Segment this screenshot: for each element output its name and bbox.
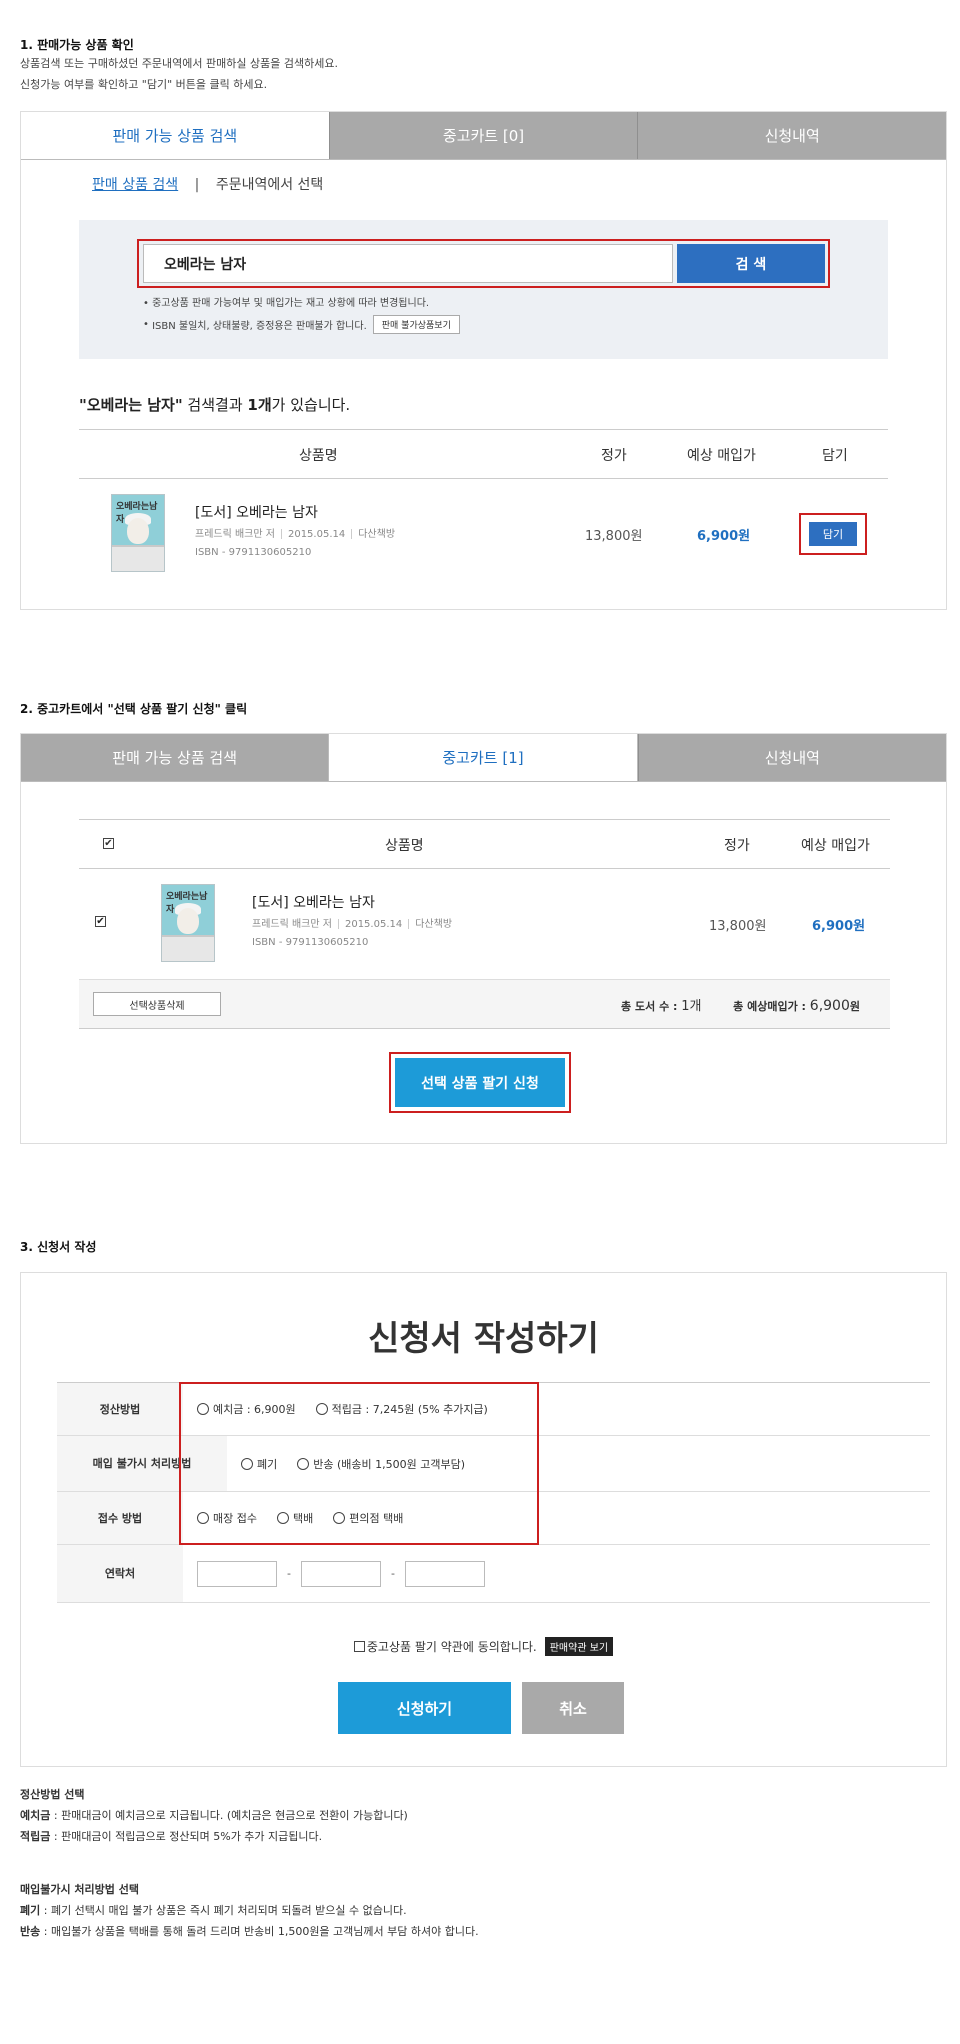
- options-highlight: [179, 1382, 539, 1545]
- settle-points-note: 적립금 : 판매대금이 적립금으로 정산되며 5%가 추가 지급됩니다.: [20, 1830, 323, 1843]
- unsellable-items-button[interactable]: 판매 불가상품보기: [372, 315, 460, 334]
- item-checkbox[interactable]: ✔: [95, 916, 106, 927]
- search-button[interactable]: 검 색: [677, 244, 825, 283]
- subtab-order-history[interactable]: 주문내역에서 선택: [216, 177, 324, 193]
- settle-title: 정산방법 선택: [20, 1788, 85, 1801]
- book-cover: 오베라는남자: [161, 884, 215, 962]
- search-input[interactable]: 오베라는 남자: [143, 244, 673, 283]
- select-all-checkbox[interactable]: ✔: [103, 838, 114, 849]
- section1-tabs: 판매 가능 상품 검색 중고카트 [0] 신청내역: [21, 112, 947, 160]
- tab-sale-search[interactable]: 판매 가능 상품 검색: [21, 112, 329, 159]
- form-row-contact: 연락처 - -: [57, 1545, 930, 1603]
- book-title[interactable]: [도서] 오베라는 남자: [195, 502, 318, 522]
- book-list-price: 13,800원: [709, 919, 767, 934]
- form-title: 신청서 작성하기: [368, 1319, 599, 1359]
- tab-used-cart[interactable]: 중고카트 [1]: [328, 734, 638, 781]
- book-meta: 프레드릭 배크만 저 2015.05.14 다산책방: [195, 529, 396, 540]
- settlement-label: 정산방법: [57, 1383, 183, 1435]
- submit-button[interactable]: 신청하기: [338, 1682, 511, 1734]
- search-note1: • 중고상품 판매 가능여부 및 매입가는 재고 상황에 따라 변경됩니다.: [143, 298, 430, 309]
- terms-button[interactable]: 판매약관 보기: [544, 1637, 614, 1656]
- cart-table-header: ✔ 상품명 정가 예상 매입가: [79, 819, 890, 869]
- book-isbn: ISBN - 9791130605210: [252, 937, 369, 948]
- subtabs: 판매 상품 검색 | 주문내역에서 선택: [92, 174, 323, 194]
- agree-line: 중고상품 팔기 약관에 동의합니다. 판매약관 보기: [21, 1637, 946, 1656]
- result-summary: "오베라는 남자" 검색결과 1개가 있습니다.: [79, 396, 351, 414]
- settle-deposit-note: 예치금 : 판매대금이 예치금으로 지급됩니다. (예치금은 현금으로 전환이 …: [20, 1809, 408, 1822]
- search-area: 오베라는 남자 검 색 • 중고상품 판매 가능여부 및 매입가는 재고 상황에…: [79, 220, 888, 359]
- receive-method-label: 접수 방법: [57, 1492, 183, 1544]
- fail-title: 매입불가시 처리방법 선택: [20, 1883, 139, 1896]
- tab-sale-search[interactable]: 판매 가능 상품 검색: [21, 734, 329, 781]
- section1-desc2: 신청가능 여부를 확인하고 "담기" 버튼을 클릭 하세요.: [20, 78, 268, 91]
- book-isbn: ISBN - 9791130605210: [195, 547, 312, 558]
- book-list-price: 13,800원: [585, 529, 643, 544]
- tab-history[interactable]: 신청내역: [637, 112, 947, 159]
- phone-part3-input[interactable]: [404, 1560, 485, 1587]
- fail-discard-note: 폐기 : 폐기 선택시 매입 불가 상품은 즉시 폐기 처리되며 되돌려 받으실…: [20, 1904, 407, 1917]
- book-cover: 오베라는남자: [111, 494, 165, 572]
- cancel-button[interactable]: 취소: [522, 1682, 624, 1734]
- col-product: 상품명: [385, 838, 424, 854]
- section3-title: 3. 신청서 작성: [20, 1240, 97, 1254]
- fail-return-note: 반송 : 매입불가 상품을 택배를 통해 돌려 드리며 반송비 1,500원을 …: [20, 1925, 479, 1938]
- section2-tabs: 판매 가능 상품 검색 중고카트 [1] 신청내역: [21, 734, 946, 782]
- book-title[interactable]: [도서] 오베라는 남자: [252, 892, 375, 912]
- result-table-header: 상품명 정가 예상 매입가 담기: [79, 429, 888, 479]
- result-row: 오베라는남자 [도서] 오베라는 남자 프레드릭 배크만 저 2015.05.14…: [79, 478, 888, 588]
- footnotes: 정산방법 선택 예치금 : 판매대금이 예치금으로 지급됩니다. (예치금은 현…: [20, 1784, 479, 1942]
- apply-sell-button[interactable]: 선택 상품 팔기 신청: [395, 1058, 565, 1107]
- search-note2: • ISBN 불일치, 상태불량, 증정용은 판매불가 합니다. 판매 불가상품…: [143, 315, 460, 334]
- col-product: 상품명: [299, 448, 338, 464]
- book-meta: 프레드릭 배크만 저 2015.05.14 다산책방: [252, 919, 453, 930]
- tab-used-cart[interactable]: 중고카트 [0]: [328, 112, 638, 159]
- add-to-cart-button[interactable]: 담기: [809, 522, 857, 546]
- delete-selected-button[interactable]: 선택상품삭제: [93, 992, 221, 1016]
- col-list-price: 정가: [601, 448, 627, 464]
- cart-row: ✔ 오베라는남자 [도서] 오베라는 남자 프레드릭 배크만 저 2015.05.…: [79, 868, 890, 978]
- cart-totals: 총 도서 수 : 1개 총 예상매입가 : 6,900원: [621, 998, 860, 1014]
- agree-checkbox[interactable]: [353, 1641, 365, 1652]
- section1-desc1: 상품검색 또는 구매하셨던 주문내역에서 판매하실 상품을 검색하세요.: [20, 57, 338, 70]
- col-buy-price: 예상 매입가: [687, 448, 756, 464]
- contact-label: 연락처: [57, 1545, 183, 1602]
- section1-title: 1. 판매가능 상품 확인: [20, 38, 134, 52]
- section2-panel: 판매 가능 상품 검색 중고카트 [1] 신청내역 ✔ 상품명 정가 예상 매입…: [20, 733, 947, 1144]
- section3-panel: 신청서 작성하기 정산방법 예치금 : 6,900원 적립금 : 7,245원 …: [20, 1272, 947, 1767]
- book-buy-price: 6,900원: [812, 919, 866, 934]
- subtab-divider: |: [194, 177, 200, 193]
- phone-part1-input[interactable]: [197, 1560, 277, 1587]
- col-list-price: 정가: [724, 838, 750, 854]
- section2-title: 2. 중고카트에서 "선택 상품 팔기 신청" 클릭: [20, 702, 248, 716]
- section1-panel: 판매 가능 상품 검색 중고카트 [0] 신청내역 판매 상품 검색 | 주문내…: [20, 111, 947, 610]
- col-add: 담기: [822, 448, 848, 464]
- book-buy-price: 6,900원: [697, 529, 751, 544]
- phone-part2-input[interactable]: [300, 1560, 381, 1587]
- tab-history[interactable]: 신청내역: [637, 734, 946, 781]
- col-buy-price: 예상 매입가: [801, 838, 870, 854]
- cart-footer: 선택상품삭제 총 도서 수 : 1개 총 예상매입가 : 6,900원: [79, 979, 890, 1029]
- subtab-sale-search[interactable]: 판매 상품 검색: [92, 177, 178, 193]
